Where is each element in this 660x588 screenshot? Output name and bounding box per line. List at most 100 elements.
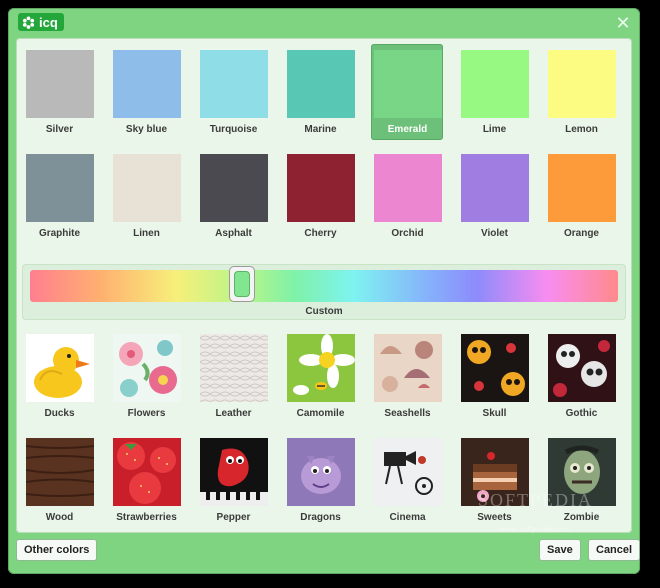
color-label: Sky blue bbox=[125, 124, 168, 135]
pattern-flowers[interactable]: Flowers bbox=[103, 326, 190, 422]
pattern-label: Cinema bbox=[389, 512, 426, 523]
color-row-1: Silver Sky blue Turquoise Marine Emerald Lime… bbox=[16, 42, 632, 140]
pattern-ducks[interactable]: Ducks bbox=[16, 326, 103, 422]
sugar-skull-icon bbox=[460, 334, 529, 402]
pattern-label: Skull bbox=[482, 408, 507, 419]
color-sample bbox=[199, 50, 268, 118]
flowers-icon bbox=[112, 334, 181, 402]
color-sample bbox=[112, 50, 181, 118]
pattern-label: Flowers bbox=[127, 408, 166, 419]
pattern-leather[interactable]: Leather bbox=[190, 326, 277, 422]
color-sample bbox=[547, 154, 616, 222]
gothic-skulls-icon bbox=[547, 334, 616, 402]
pattern-pepper[interactable]: Pepper bbox=[190, 430, 277, 526]
color-swatch-graphite[interactable]: Graphite bbox=[16, 146, 103, 242]
camomile-icon bbox=[286, 334, 355, 402]
color-sample bbox=[547, 50, 616, 118]
color-sample bbox=[286, 154, 355, 222]
picker-panel: Silver Sky blue Turquoise Marine Emerald Lime… bbox=[16, 38, 632, 533]
color-sample bbox=[460, 50, 529, 118]
color-swatch-asphalt[interactable]: Asphalt bbox=[190, 146, 277, 242]
other-colors-button[interactable]: Other colors bbox=[16, 539, 98, 561]
save-button[interactable]: Save bbox=[539, 539, 581, 561]
color-swatch-emerald[interactable]: Emerald bbox=[364, 42, 451, 140]
custom-label: Custom bbox=[305, 306, 343, 317]
pattern-label: Pepper bbox=[216, 512, 251, 523]
dragon-icon bbox=[286, 438, 355, 506]
color-sample bbox=[286, 50, 355, 118]
seashells-icon bbox=[373, 334, 442, 402]
color-label: Lime bbox=[482, 124, 507, 135]
pattern-wood[interactable]: Wood bbox=[16, 430, 103, 526]
current-color-preview bbox=[234, 271, 250, 297]
color-sample bbox=[112, 154, 181, 222]
wood-icon bbox=[25, 438, 94, 506]
pattern-label: Seashells bbox=[384, 408, 431, 419]
softpedia-url: www.softpedia.com bbox=[500, 525, 569, 534]
color-swatch-violet[interactable]: Violet bbox=[451, 146, 538, 242]
pattern-label: Gothic bbox=[565, 408, 598, 419]
pattern-row-1: Ducks Flowers Leather Camomile Seashells Skul… bbox=[16, 326, 632, 422]
color-label: Violet bbox=[480, 228, 509, 239]
color-label: Silver bbox=[45, 124, 74, 135]
icq-logo: icq bbox=[18, 13, 64, 31]
icq-flower-icon bbox=[22, 15, 35, 29]
pattern-cinema[interactable]: Cinema bbox=[364, 430, 451, 526]
custom-color-section: Custom bbox=[22, 264, 626, 320]
color-label: Marine bbox=[304, 124, 337, 135]
strawberries-icon bbox=[112, 438, 181, 506]
pattern-gothic[interactable]: Gothic bbox=[538, 326, 625, 422]
background-picker-window: icq ✕ Silver Sky blue Turquoise Marine Emera… bbox=[8, 8, 641, 574]
color-swatch-orchid[interactable]: Orchid bbox=[364, 146, 451, 242]
color-label: Turquoise bbox=[209, 124, 258, 135]
color-swatch-sky-blue[interactable]: Sky blue bbox=[103, 42, 190, 138]
pattern-label: Camomile bbox=[296, 408, 345, 419]
pattern-label: Strawberries bbox=[116, 512, 177, 523]
pattern-label: Wood bbox=[45, 512, 74, 523]
color-swatch-marine[interactable]: Marine bbox=[277, 42, 364, 138]
color-label: Asphalt bbox=[215, 228, 252, 239]
color-label: Orange bbox=[563, 228, 599, 239]
color-sample bbox=[25, 50, 94, 118]
color-label: Emerald bbox=[387, 124, 428, 135]
color-swatch-orange[interactable]: Orange bbox=[538, 146, 625, 242]
pattern-zombie[interactable]: Zombie bbox=[538, 430, 625, 526]
color-swatch-lime[interactable]: Lime bbox=[451, 42, 538, 138]
color-sample bbox=[199, 154, 268, 222]
color-swatch-turquoise[interactable]: Turquoise bbox=[190, 42, 277, 138]
softpedia-watermark: SOFTPEDIA bbox=[478, 490, 594, 510]
pattern-label: Zombie bbox=[563, 512, 600, 523]
pattern-strawberries[interactable]: Strawberries bbox=[103, 430, 190, 526]
pattern-label: Ducks bbox=[44, 408, 75, 419]
color-label: Cherry bbox=[304, 228, 337, 239]
cancel-button[interactable]: Cancel bbox=[588, 539, 641, 561]
pattern-camomile[interactable]: Camomile bbox=[277, 326, 364, 422]
color-swatch-silver[interactable]: Silver bbox=[16, 42, 103, 138]
pepper-icon bbox=[199, 438, 268, 506]
pattern-label: Dragons bbox=[300, 512, 341, 523]
color-label: Graphite bbox=[38, 228, 81, 239]
pattern-label: Sweets bbox=[477, 512, 512, 523]
color-sample bbox=[373, 50, 442, 118]
spectrum-slider-handle[interactable] bbox=[229, 266, 255, 302]
pattern-dragons[interactable]: Dragons bbox=[277, 430, 364, 526]
pattern-skull[interactable]: Skull bbox=[451, 326, 538, 422]
duck-icon bbox=[25, 334, 94, 402]
close-icon[interactable]: ✕ bbox=[614, 14, 632, 32]
logo-text: icq bbox=[39, 14, 58, 30]
pattern-sweets[interactable]: Sweets bbox=[451, 430, 538, 526]
color-sample bbox=[460, 154, 529, 222]
pattern-seashells[interactable]: Seashells bbox=[364, 326, 451, 422]
color-swatch-lemon[interactable]: Lemon bbox=[538, 42, 625, 138]
cinema-icon bbox=[373, 438, 442, 506]
color-sample bbox=[25, 154, 94, 222]
color-row-2: Graphite Linen Asphalt Cherry Orchid Violet Or… bbox=[16, 146, 632, 242]
pattern-label: Leather bbox=[215, 408, 252, 419]
color-swatch-linen[interactable]: Linen bbox=[103, 146, 190, 242]
leather-icon bbox=[199, 334, 268, 402]
color-label: Lemon bbox=[565, 124, 598, 135]
color-swatch-cherry[interactable]: Cherry bbox=[277, 146, 364, 242]
custom-color-spectrum[interactable] bbox=[30, 270, 618, 302]
color-label: Linen bbox=[133, 228, 160, 239]
color-label: Orchid bbox=[391, 228, 424, 239]
